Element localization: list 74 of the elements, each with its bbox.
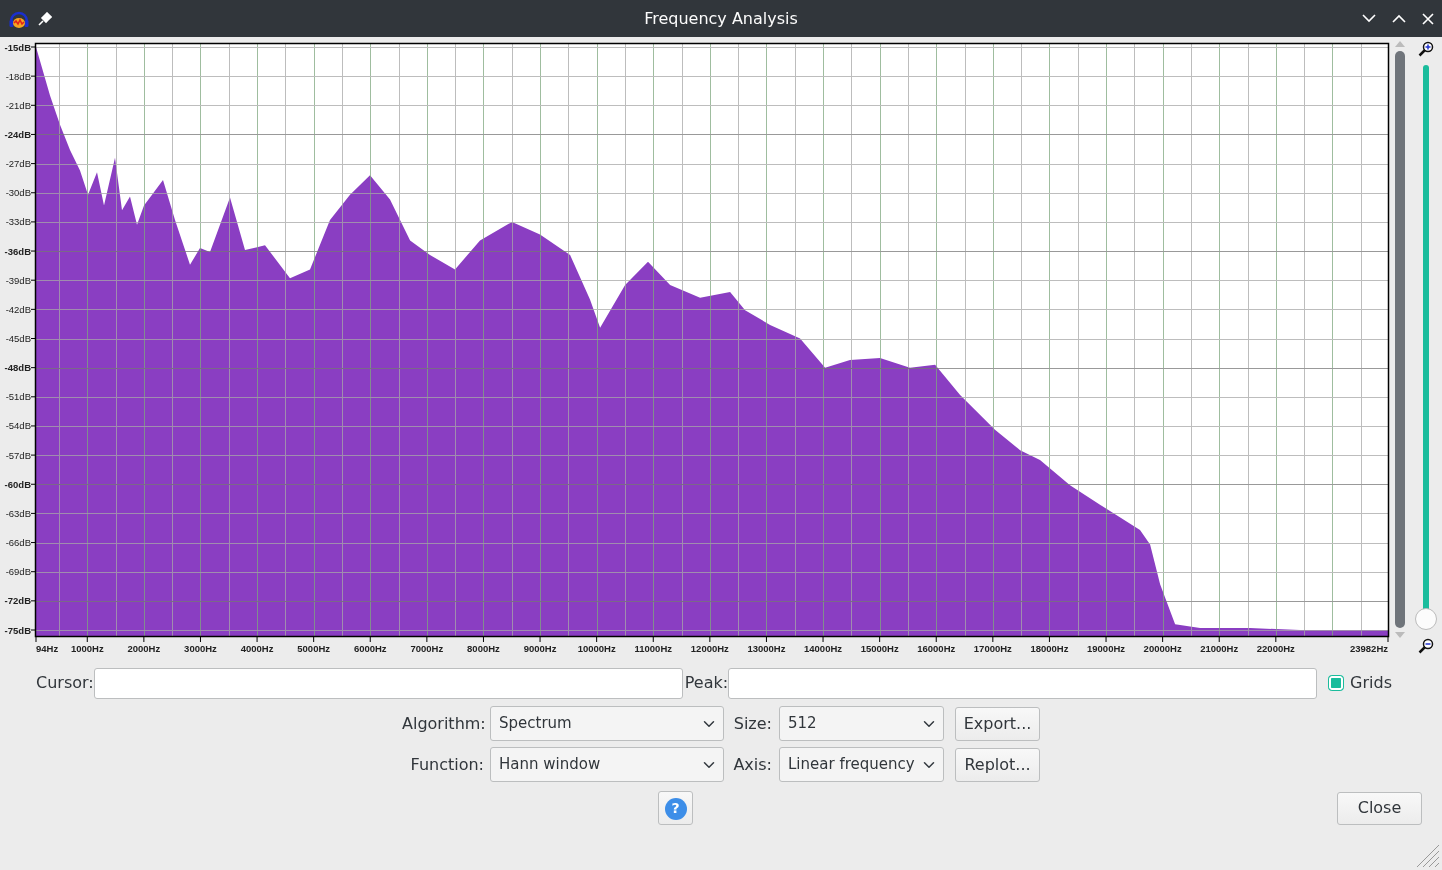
export-button[interactable]: Export...: [955, 706, 1040, 741]
zoom-in-icon[interactable]: [1418, 41, 1434, 57]
axis-tick-label: 22000Hz: [1256, 643, 1295, 654]
setting-dropdown[interactable]: Linear frequency: [779, 747, 944, 782]
axis-tick-label: 10000Hz: [577, 643, 616, 654]
scrollbar-thumb[interactable]: [1395, 51, 1405, 628]
chevron-down-icon[interactable]: [1362, 14, 1376, 23]
axis-tick-label: -27dB: [5, 158, 31, 170]
setting-dropdown[interactable]: Hann window: [490, 747, 724, 782]
axis-tick-label: 5000Hz: [297, 643, 331, 654]
grids-checkbox[interactable]: [1328, 675, 1345, 691]
slider-handle[interactable]: [1415, 608, 1437, 630]
axis-tick-label: -21dB: [5, 99, 31, 111]
axis-tick-label: -57dB: [5, 449, 31, 461]
axis-tick-label: -60dB: [4, 478, 31, 490]
zoom-out-icon[interactable]: [1418, 638, 1434, 654]
axis-tick-label: -33dB: [5, 216, 31, 228]
close-button[interactable]: Close: [1337, 791, 1422, 825]
setting-label: Size:: [732, 712, 773, 735]
axis-tick-label: 2000Hz: [127, 643, 161, 654]
peak-field[interactable]: [728, 667, 1318, 699]
pin-icon[interactable]: [38, 11, 52, 26]
axis-tick-label: 9000Hz: [523, 643, 557, 654]
axis-tick-label: -15dB: [4, 41, 31, 53]
axis-tick-label: 12000Hz: [690, 643, 729, 654]
cursor-field[interactable]: [93, 667, 683, 699]
axis-tick-label: 18000Hz: [1030, 643, 1069, 654]
close-icon[interactable]: [1422, 12, 1434, 25]
scroll-down-icon[interactable]: [1395, 632, 1405, 638]
axis-tick-label: -30dB: [5, 187, 31, 199]
axis-tick-label: 94Hz: [36, 643, 59, 654]
axis-tick-label: 14000Hz: [804, 643, 843, 654]
scroll-up-icon[interactable]: [1395, 41, 1405, 47]
setting-label: Function:: [409, 753, 485, 776]
axis-tick-label: -69dB: [5, 566, 31, 578]
axis-tick-label: 21000Hz: [1200, 643, 1239, 654]
axis-tick-label: -66dB: [5, 537, 31, 549]
cursor-label: Cursor:: [36, 672, 94, 694]
replot-button[interactable]: Replot...: [955, 747, 1040, 782]
peak-label: Peak:: [684, 672, 729, 694]
axis-tick-label: 8000Hz: [467, 643, 500, 654]
axis-tick-label: 3000Hz: [184, 643, 217, 654]
axis-tick-label: -18dB: [5, 70, 31, 82]
axis-tick-label: 19000Hz: [1087, 643, 1126, 654]
axis-tick-label: 13000Hz: [747, 643, 786, 654]
axis-tick-label: -24dB: [4, 128, 31, 140]
axis-tick-label: 4000Hz: [240, 643, 274, 654]
setting-dropdown[interactable]: Spectrum: [490, 706, 724, 741]
chevron-up-icon[interactable]: [1392, 14, 1406, 23]
axis-tick-label: -51dB: [5, 391, 31, 403]
axis-tick-label: 7000Hz: [410, 643, 444, 654]
axis-tick-label: -39dB: [5, 274, 31, 286]
axis-tick-label: 20000Hz: [1143, 643, 1182, 654]
grids-label[interactable]: Grids: [1350, 671, 1392, 695]
axis-tick-label: -45dB: [5, 333, 31, 344]
setting-label: Axis:: [732, 753, 773, 776]
axis-tick-label: 17000Hz: [973, 643, 1012, 654]
axis-tick-label: 23982Hz: [1349, 643, 1388, 654]
axis-tick-label: 16000Hz: [917, 643, 956, 654]
axis-tick-label: 1000Hz: [70, 643, 104, 654]
axis-tick-label: -54dB: [5, 420, 31, 432]
axis-tick-label: 15000Hz: [860, 643, 899, 654]
axis-tick-label: -63dB: [5, 507, 31, 519]
axis-tick-label: -36dB: [4, 245, 31, 257]
axis-tick-label: 11000Hz: [634, 643, 672, 654]
axis-tick-label: -42dB: [5, 303, 31, 315]
axis-tick-label: -72dB: [4, 595, 31, 607]
axis-tick-label: -75dB: [4, 624, 31, 636]
setting-dropdown[interactable]: 512: [779, 706, 944, 741]
axis-tick-label: -48dB: [4, 362, 31, 374]
setting-label: Algorithm:: [402, 712, 487, 735]
axis-tick-label: 6000Hz: [353, 643, 387, 654]
resize-grip-icon[interactable]: [1415, 843, 1439, 867]
window-title: Frequency Analysis: [644, 7, 798, 30]
